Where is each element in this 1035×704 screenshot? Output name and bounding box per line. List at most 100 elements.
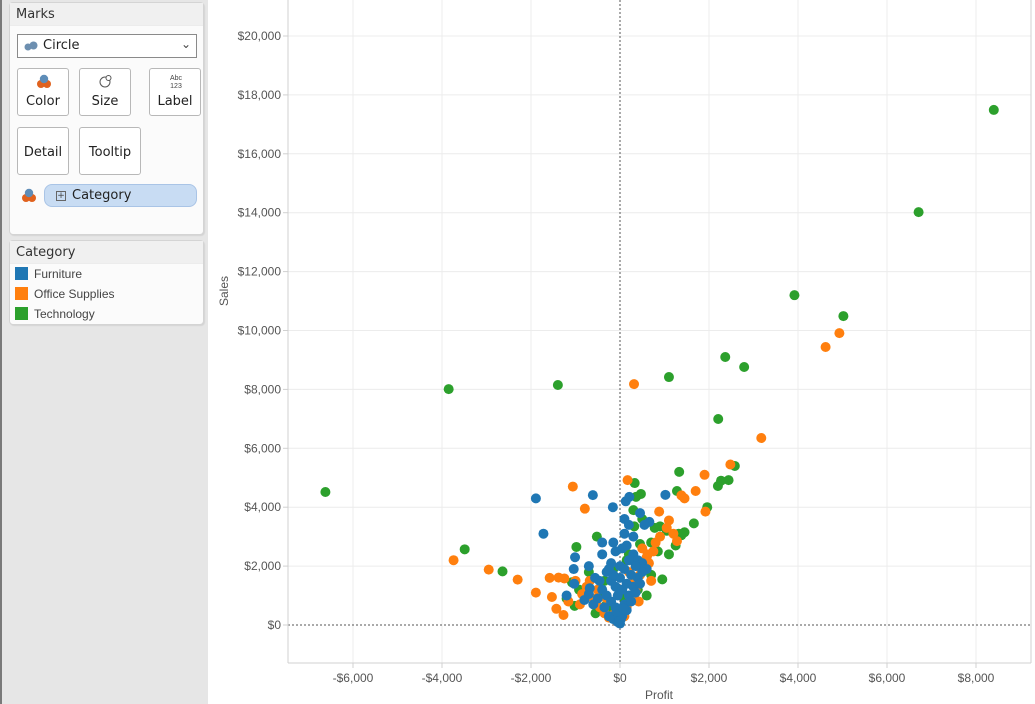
data-point [626,569,637,580]
data-point [558,609,569,620]
data-point [639,519,650,530]
data-point [756,432,767,443]
data-point [725,459,736,470]
data-point [655,531,666,542]
legend-item-office-supplies[interactable]: Office Supplies [10,284,203,304]
legend-item-technology[interactable]: Technology [10,304,203,324]
data-point [594,575,605,586]
data-point [630,561,641,572]
data-point [661,522,672,533]
data-point [700,506,711,517]
data-point [568,564,579,575]
category-pill-label: Category [72,188,132,203]
label-label: Label [157,94,193,109]
data-point [538,528,549,539]
x-tick-label: $2,000 [691,671,728,685]
data-point [623,519,634,530]
color-button[interactable]: Color [17,68,69,116]
mark-type-label: Circle [43,38,80,53]
data-point [630,587,641,598]
gridlines [288,0,1031,663]
data-point [624,491,635,502]
data-point [530,587,541,598]
data-point [635,508,646,519]
data-point [654,506,665,517]
svg-text:123: 123 [170,83,182,89]
data-point [657,574,668,585]
data-point [713,413,724,424]
y-tick-label: $10,000 [238,324,282,338]
color-label: Color [26,94,60,109]
legend-title: Category [10,241,203,264]
data-point [621,578,632,589]
y-tick-label: $2,000 [244,559,281,573]
category-legend: Category Furniture Office Supplies Techn… [9,240,204,325]
size-icon [99,75,112,88]
data-point [588,599,599,610]
data-point [679,493,690,504]
data-point [610,546,621,557]
legend-item-furniture[interactable]: Furniture [10,264,203,284]
furniture-swatch [15,267,28,280]
data-point [642,549,653,560]
svg-text:Abc: Abc [170,75,183,82]
x-tick-label: -$6,000 [333,671,374,685]
tooltip-label: Tooltip [88,145,132,160]
data-point [561,590,572,601]
data-point [628,531,639,542]
data-point [618,603,629,614]
y-tick-label: $8,000 [244,382,281,396]
data-point [448,555,459,566]
x-tick-label: $8,000 [958,671,995,685]
data-point [635,578,646,589]
data-point [699,469,710,480]
detail-label: Detail [23,145,63,160]
x-tick-label: $4,000 [780,671,817,685]
marks-title: Marks [10,3,203,26]
size-label: Size [91,94,119,109]
x-tick-label: $6,000 [869,671,906,685]
data-point [646,575,657,586]
data-point [690,486,701,497]
y-tick-label: $0 [268,618,282,632]
chevron-down-icon: ⌄ [180,37,191,51]
zero-lines [288,0,1031,663]
y-tick-label: $16,000 [238,147,282,161]
data-point [674,466,685,477]
data-point [603,564,614,575]
technology-swatch [15,307,28,320]
mark-type-dropdown[interactable]: Circle ⌄ [17,34,197,58]
y-tick-label: $12,000 [238,265,282,279]
office-supplies-swatch [15,287,28,300]
size-button[interactable]: Size [79,68,131,116]
scatter-chart: $0 $2,000 $4,000 $6,000 $8,000 $10,000 $12,000… [217,0,1032,702]
data-point [571,541,582,552]
data-point [663,372,674,383]
data-point [621,540,632,551]
y-axis-title: Sales [217,276,231,306]
data-point [913,207,924,218]
x-tick-label: -$2,000 [511,671,552,685]
data-point [320,487,331,498]
expand-icon[interactable]: + [56,191,66,201]
data-point [497,566,508,577]
y-axis: $0 $2,000 $4,000 $6,000 $8,000 $10,000 $12,000… [238,29,288,632]
data-point [688,518,699,529]
tooltip-button[interactable]: Tooltip [79,127,141,175]
data-point [626,596,637,607]
category-pill[interactable]: + Category [44,184,197,207]
data-point [619,528,630,539]
legend-label: Furniture [34,267,83,281]
data-point [443,384,454,395]
data-point [789,290,800,301]
data-point [641,590,652,601]
data-point [587,490,598,501]
detail-button[interactable]: Detail [17,127,69,175]
y-tick-label: $20,000 [238,29,282,43]
data-point [567,481,578,492]
category-color-shelf: + Category [10,184,203,208]
data-point [459,544,470,555]
data-point [838,311,849,322]
data-point [988,104,999,115]
label-button[interactable]: Abc 123 Label [149,68,201,116]
